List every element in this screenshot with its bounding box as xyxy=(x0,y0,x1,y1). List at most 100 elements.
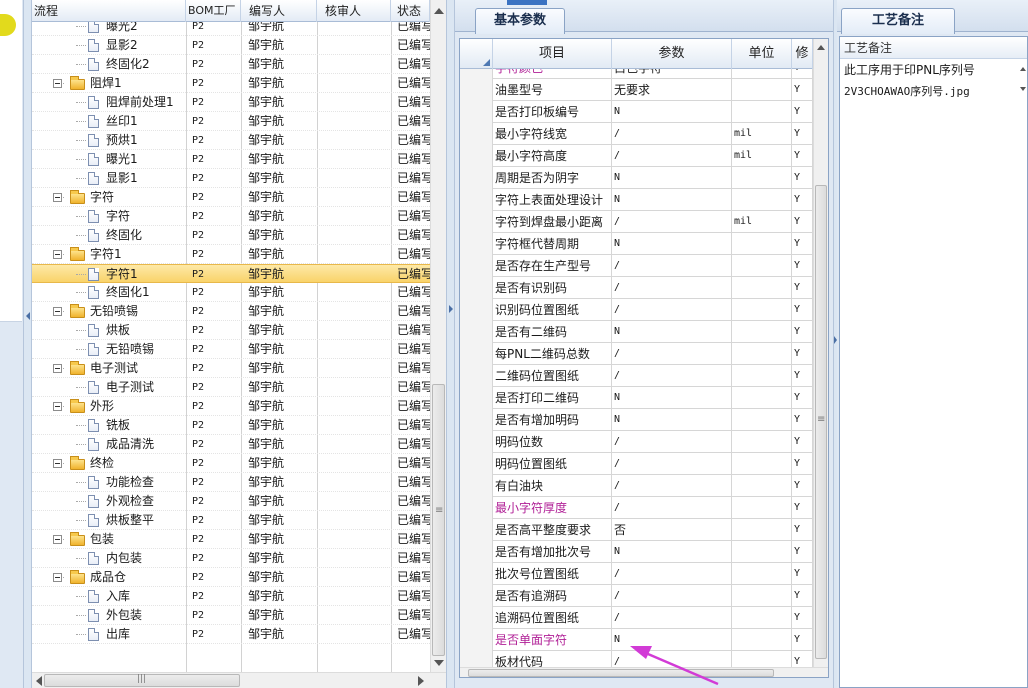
param-value-cell[interactable]: / xyxy=(612,343,732,365)
col-header-author[interactable]: 编写人 xyxy=(241,0,317,22)
tree-vertical-scrollbar[interactable] xyxy=(430,0,446,672)
param-row[interactable]: 最小字符厚度 / Y xyxy=(460,497,813,519)
col-header-unit[interactable]: 单位 xyxy=(732,39,792,69)
tree-horizontal-scrollbar[interactable] xyxy=(32,672,446,688)
tree-folder-row[interactable]: 字符1 P2 邹宇航 已编写 xyxy=(32,245,430,264)
param-value-cell[interactable]: / xyxy=(612,365,732,387)
param-value-cell[interactable]: / xyxy=(612,277,732,299)
splitter-left[interactable] xyxy=(24,0,32,688)
param-row[interactable]: 是否存在生产型号 / Y xyxy=(460,255,813,277)
param-value-cell[interactable]: / xyxy=(612,123,732,145)
params-vertical-scrollbar[interactable] xyxy=(813,39,828,667)
param-row[interactable]: 字符框代替周期 N Y xyxy=(460,233,813,255)
collapse-toggle-icon[interactable] xyxy=(53,535,62,544)
param-value-cell[interactable]: N xyxy=(612,629,732,651)
tree-folder-row[interactable]: 成品仓 P2 邹宇航 已编写 xyxy=(32,568,430,587)
param-row[interactable]: 是否打印二维码 N Y xyxy=(460,387,813,409)
param-row[interactable]: 板材代码 / Y xyxy=(460,651,813,667)
scroll-thumb[interactable] xyxy=(468,669,774,677)
col-header-bom-factory[interactable]: BOM工厂 xyxy=(186,0,241,22)
param-row[interactable]: 批次号位置图纸 / Y xyxy=(460,563,813,585)
tree-row[interactable]: 终固化1 P2 邹宇航 已编写 xyxy=(32,283,430,302)
param-row[interactable]: 是否打印板编号 N Y xyxy=(460,101,813,123)
tree-row[interactable]: 曝光1 P2 邹宇航 已编写 xyxy=(32,150,430,169)
collapse-toggle-icon[interactable] xyxy=(53,250,62,259)
param-row[interactable]: 字符颜色白色字符 Y xyxy=(460,69,813,79)
tree-row[interactable]: 预烘1 P2 邹宇航 已编写 xyxy=(32,131,430,150)
param-row[interactable]: 追溯码位置图纸 / Y xyxy=(460,607,813,629)
param-value-cell[interactable]: / xyxy=(612,431,732,453)
collapse-toggle-icon[interactable] xyxy=(53,79,62,88)
collapse-left-icon[interactable] xyxy=(26,312,30,320)
scroll-right-icon[interactable] xyxy=(418,676,424,686)
scroll-thumb[interactable] xyxy=(815,185,827,659)
param-value-cell[interactable]: N xyxy=(612,321,732,343)
tree-row[interactable]: 阻焊前处理1 P2 邹宇航 已编写 xyxy=(32,93,430,112)
tree-folder-row[interactable]: 电子测试 P2 邹宇航 已编写 xyxy=(32,359,430,378)
tab-process-notes[interactable]: 工艺备注 xyxy=(841,8,956,34)
tree-row[interactable]: 终固化2 P2 邹宇航 已编写 xyxy=(32,55,430,74)
tab-basic-params[interactable]: 基本参数 xyxy=(475,8,566,34)
collapse-toggle-icon[interactable] xyxy=(53,459,62,468)
param-value-cell[interactable]: / xyxy=(612,497,732,519)
collapse-right-icon[interactable] xyxy=(449,305,453,313)
scroll-up-icon[interactable] xyxy=(1020,67,1026,71)
tree-row[interactable]: 丝印1 P2 邹宇航 已编写 xyxy=(32,112,430,131)
param-value-cell[interactable]: 白色字符 xyxy=(612,69,732,79)
notes-area[interactable]: 工艺备注 此工序用于印PNL序列号 2V3CHOAWAO序列号.jpg xyxy=(839,36,1028,688)
param-value-cell[interactable]: / xyxy=(612,145,732,167)
param-value-cell[interactable]: / xyxy=(612,651,732,667)
notes-scrollbar[interactable] xyxy=(1019,59,1027,99)
param-row[interactable]: 字符到焊盘最小距离 / mil Y xyxy=(460,211,813,233)
collapse-toggle-icon[interactable] xyxy=(53,573,62,582)
tree-row[interactable]: 入库 P2 邹宇航 已编写 xyxy=(32,587,430,606)
tree-folder-row[interactable]: 字符 P2 邹宇航 已编写 xyxy=(32,188,430,207)
param-row[interactable]: 每PNL二维码总数 / Y xyxy=(460,343,813,365)
collapse-toggle-icon[interactable] xyxy=(53,402,62,411)
scroll-up-icon[interactable] xyxy=(817,45,825,50)
col-header-status[interactable]: 状态 xyxy=(391,0,430,22)
tree-row[interactable]: 成品清洗 P2 邹宇航 已编写 xyxy=(32,435,430,454)
col-header-reviewer[interactable]: 核审人 xyxy=(317,0,391,22)
param-row[interactable]: 明码位数 / Y xyxy=(460,431,813,453)
param-row[interactable]: 是否有增加批次号 N Y xyxy=(460,541,813,563)
tree-folder-row[interactable]: 阻焊1 P2 邹宇航 已编写 xyxy=(32,74,430,93)
param-value-cell[interactable]: 无要求 xyxy=(612,79,732,101)
collapse-toggle-icon[interactable] xyxy=(53,307,62,316)
tree-row[interactable]: 显影2 P2 邹宇航 已编写 xyxy=(32,36,430,55)
tree-row[interactable]: 外包装 P2 邹宇航 已编写 xyxy=(32,606,430,625)
tree-folder-row[interactable]: 无铅喷锡 P2 邹宇航 已编写 xyxy=(32,302,430,321)
tree-row[interactable]: 终固化 P2 邹宇航 已编写 xyxy=(32,226,430,245)
tree-row[interactable]: 无铅喷锡 P2 邹宇航 已编写 xyxy=(32,340,430,359)
param-row[interactable]: 明码位置图纸 / Y xyxy=(460,453,813,475)
tree-row[interactable]: 显影1 P2 邹宇航 已编写 xyxy=(32,169,430,188)
tree-folder-row[interactable]: 终检 P2 邹宇航 已编写 xyxy=(32,454,430,473)
tree-row[interactable]: 烘板整平 P2 邹宇航 已编写 xyxy=(32,511,430,530)
param-row[interactable]: 是否单面字符 N Y xyxy=(460,629,813,651)
tree-row[interactable]: 烘板 P2 邹宇航 已编写 xyxy=(32,321,430,340)
tree-folder-row[interactable]: 外形 P2 邹宇航 已编写 xyxy=(32,397,430,416)
tree-folder-row[interactable]: 包装 P2 邹宇航 已编写 xyxy=(32,530,430,549)
param-value-cell[interactable]: / xyxy=(612,211,732,233)
param-value-cell[interactable]: N xyxy=(612,101,732,123)
params-horizontal-scrollbar[interactable] xyxy=(460,667,828,677)
param-value-cell[interactable]: 否 xyxy=(612,519,732,541)
param-row[interactable]: 识别码位置图纸 / Y xyxy=(460,299,813,321)
tree-row[interactable]: 铣板 P2 邹宇航 已编写 xyxy=(32,416,430,435)
param-value-cell[interactable]: / xyxy=(612,299,732,321)
param-value-cell[interactable]: / xyxy=(612,255,732,277)
tree-row[interactable]: 内包装 P2 邹宇航 已编写 xyxy=(32,549,430,568)
param-row[interactable]: 最小字符线宽 / mil Y xyxy=(460,123,813,145)
param-row[interactable]: 字符上表面处理设计 N Y xyxy=(460,189,813,211)
param-row[interactable]: 有白油块 / Y xyxy=(460,475,813,497)
col-header-modify[interactable]: 修 xyxy=(792,39,813,69)
param-row[interactable]: 是否有追溯码 / Y xyxy=(460,585,813,607)
collapse-toggle-icon[interactable] xyxy=(53,193,62,202)
param-row[interactable]: 最小字符高度 / mil Y xyxy=(460,145,813,167)
tree-row[interactable]: 曝光2 P2 邹宇航 已编写 xyxy=(32,22,430,36)
param-value-cell[interactable]: / xyxy=(612,585,732,607)
param-value-cell[interactable]: N xyxy=(612,387,732,409)
param-row[interactable]: 周期是否为阴字 N Y xyxy=(460,167,813,189)
param-value-cell[interactable]: N xyxy=(612,409,732,431)
scroll-down-icon[interactable] xyxy=(434,660,444,666)
